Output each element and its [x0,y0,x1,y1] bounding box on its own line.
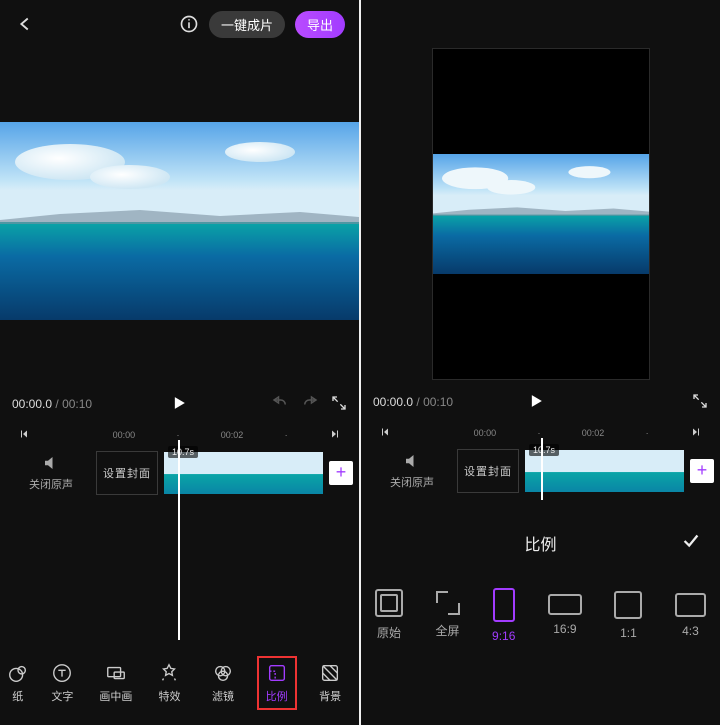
tool-effects[interactable]: 特效 [149,662,189,704]
ratio-panel-title: 比例 [361,520,720,566]
mute-label: 关闭原声 [29,476,73,492]
text-icon [51,662,73,684]
pip-icon [105,662,127,684]
info-icon[interactable] [179,14,199,34]
ratio-option-9-16[interactable]: 9:16 [492,588,515,643]
r11-icon [614,591,642,619]
tool-row: 纸 文字 画中画 特效 滤镜 [0,651,359,715]
add-clip-button[interactable]: + [329,461,353,485]
mute-original-audio[interactable]: 关闭原声 [367,452,457,490]
jump-end-icon[interactable] [690,426,702,440]
add-clip-button[interactable]: + [690,459,714,483]
mute-original-audio[interactable]: 关闭原声 [6,454,96,492]
playback-bar: 00:00.0 / 00:10 [361,385,720,419]
set-cover-button[interactable]: 设置封面 [96,451,158,495]
playhead[interactable] [541,438,543,500]
sticker-icon [7,662,29,684]
video-preview-portrait[interactable] [432,48,650,380]
play-position: 00:00.0 [373,395,413,409]
tool-background[interactable]: 背景 [310,662,350,704]
fullscreen-icon[interactable] [692,393,708,412]
header: 一键成片 导出 [0,0,359,48]
editor-screen-main: 一键成片 导出 [0,0,359,725]
r43-icon [675,593,706,617]
play-button[interactable] [526,391,546,414]
ratio-options: 原始 全屏 9:16 16:9 1:1 4:3 [361,580,720,650]
video-preview[interactable] [0,122,359,320]
r916-icon [493,588,515,622]
fullscreen-ratio-icon [436,591,460,615]
ratio-option-1-1[interactable]: 1:1 [614,591,642,640]
effects-icon [158,662,180,684]
redo-button[interactable] [301,394,319,415]
original-icon [375,589,403,617]
tool-text[interactable]: 文字 [42,662,82,704]
play-button[interactable] [169,393,189,416]
tool-filter[interactable]: 滤镜 [203,662,243,704]
back-icon[interactable] [14,13,36,35]
clip-strip[interactable]: 10.7s + [525,450,714,492]
tool-aspect-ratio[interactable]: 比例 [257,656,297,710]
tick-mid: 00:02 [582,428,605,438]
fullscreen-icon[interactable] [331,395,347,414]
clip-strip[interactable]: 10.7s + [164,452,353,494]
one-click-button[interactable]: 一键成片 [209,11,285,38]
tool-pip[interactable]: 画中画 [96,662,136,704]
ratio-option-fullscreen[interactable]: 全屏 [436,591,460,639]
jump-start-icon[interactable] [18,428,30,442]
play-duration: 00:10 [423,395,453,409]
play-duration: 00:10 [62,397,92,411]
filter-icon [212,662,234,684]
editor-screen-ratio-panel: 00:00.0 / 00:10 00:00 · 00:02 · 关闭原声 设置封… [361,0,720,725]
jump-end-icon[interactable] [329,428,341,442]
play-sep: / [52,397,62,411]
playhead[interactable] [178,440,180,640]
export-button[interactable]: 导出 [295,11,345,38]
ratio-option-original[interactable]: 原始 [375,589,403,641]
play-position: 00:00.0 [12,397,52,411]
confirm-button[interactable] [680,530,702,557]
r169-icon [548,594,582,615]
undo-button[interactable] [271,394,289,415]
set-cover-button[interactable]: 设置封面 [457,449,519,493]
ratio-icon [266,662,288,684]
ratio-option-16-9[interactable]: 16:9 [548,594,582,636]
tick-mid: 00:02 [221,430,244,440]
clip-duration-badge: 10.7s [529,444,559,456]
ratio-option-4-3[interactable]: 4:3 [675,593,706,638]
playback-bar: 00:00.0 / 00:10 [0,387,359,421]
jump-start-icon[interactable] [379,426,391,440]
background-icon [319,662,341,684]
tool-sticker[interactable]: 纸 [7,662,29,704]
tick-start: 00:00 [113,430,136,440]
tick-start: 00:00 [474,428,497,438]
clip-duration-badge: 10.7s [168,446,198,458]
